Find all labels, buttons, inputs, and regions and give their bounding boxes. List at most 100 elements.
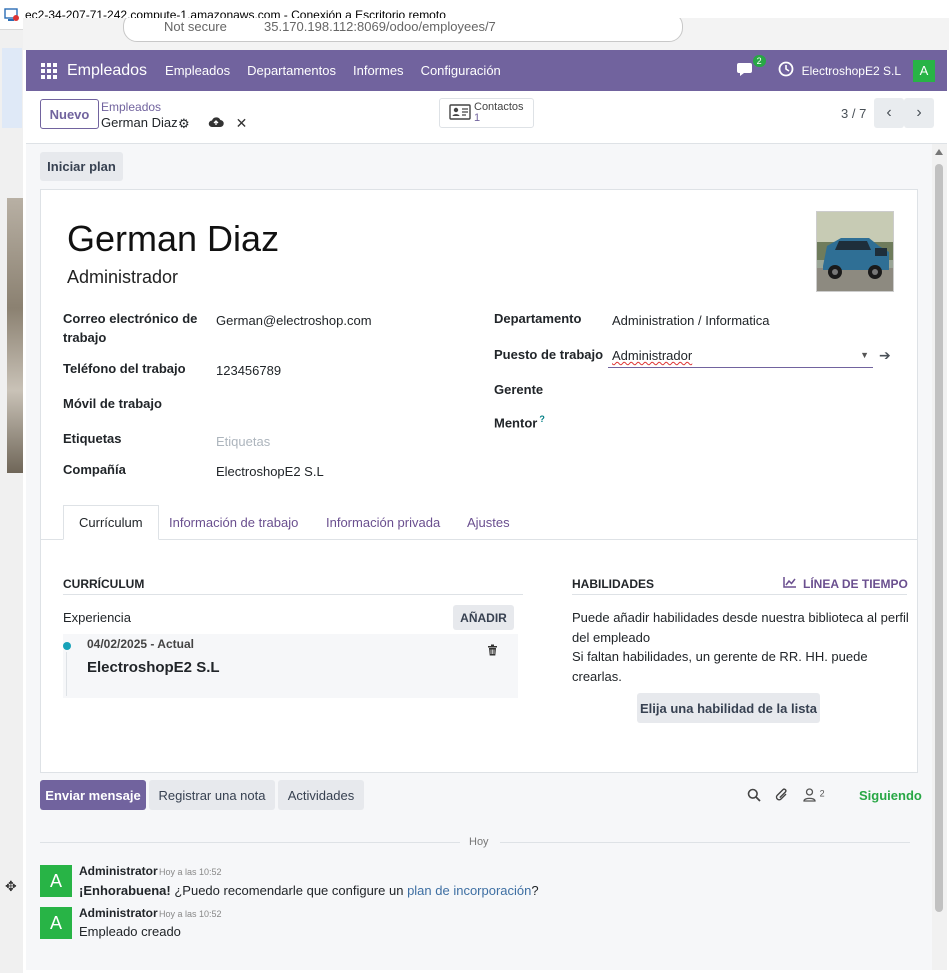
pager-value[interactable]: 3 / 7 bbox=[841, 106, 866, 121]
skills-timeline-link[interactable]: LÍNEA DE TIEMPO bbox=[783, 576, 908, 591]
discard-x-icon[interactable]: ✕ bbox=[236, 115, 248, 132]
department-label: Departamento bbox=[494, 311, 582, 326]
save-cloud-icon[interactable] bbox=[208, 116, 224, 131]
timeline-dot bbox=[63, 642, 71, 650]
message-author[interactable]: Administrator bbox=[79, 906, 158, 920]
pager-previous-button[interactable]: ‹ bbox=[874, 98, 904, 128]
skills-empty-help: Puede añadir habilidades desde nuestra b… bbox=[572, 608, 912, 686]
mentor-field[interactable] bbox=[612, 414, 872, 432]
send-message-button[interactable]: Enviar mensaje bbox=[40, 780, 146, 810]
department-field[interactable]: Administration / Informatica bbox=[612, 313, 770, 328]
date-divider-left bbox=[40, 842, 460, 843]
message-time: Hoy a las 10:52 bbox=[159, 909, 222, 919]
address-bar[interactable]: Not secure 35.170.198.112:8069/odoo/empl… bbox=[123, 18, 683, 42]
employee-job-title[interactable]: Administrador bbox=[67, 267, 178, 288]
following-button[interactable]: Siguiendo bbox=[859, 788, 922, 803]
user-icon bbox=[803, 787, 820, 805]
employee-form-sheet: German Diaz Administrador Correo electró… bbox=[40, 189, 918, 773]
followers-count: 2 bbox=[819, 788, 825, 799]
breadcrumb-parent[interactable]: Empleados bbox=[101, 100, 161, 114]
chatter-toolbar-icons: 2 bbox=[747, 787, 825, 805]
employee-photo[interactable] bbox=[816, 211, 894, 292]
skills-divider bbox=[572, 594, 907, 595]
form-tabs: Currículum Información de trabajo Inform… bbox=[41, 505, 917, 540]
message-body: ¡Enhorabuena! ¿Puedo recomendarle que co… bbox=[79, 883, 539, 898]
work-phone-field[interactable]: 123456789 bbox=[216, 363, 281, 378]
resume-divider bbox=[63, 594, 523, 595]
tags-field[interactable]: Etiquetas bbox=[216, 434, 270, 449]
chat-icon[interactable]: 2 bbox=[736, 54, 766, 81]
contacts-smart-button[interactable]: Contactos 1 bbox=[439, 98, 534, 128]
work-mobile-field[interactable] bbox=[216, 398, 436, 416]
contact-card-icon bbox=[449, 103, 471, 123]
work-mobile-label: Móvil de trabajo bbox=[63, 396, 162, 411]
activities-button[interactable]: Actividades bbox=[278, 780, 364, 810]
work-email-field[interactable]: German@electroshop.com bbox=[216, 313, 372, 328]
app-brand[interactable]: Empleados bbox=[67, 62, 147, 80]
internal-link-arrow-icon[interactable]: ➔ bbox=[879, 347, 891, 364]
tab-work-information[interactable]: Información de trabajo bbox=[154, 505, 313, 540]
message-avatar[interactable]: A bbox=[40, 865, 72, 897]
company-switcher[interactable]: ElectroshopE2 S.L bbox=[802, 64, 901, 78]
work-email-label: Correo electrónico de trabajo bbox=[63, 311, 198, 345]
tab-private-information[interactable]: Información privada bbox=[311, 505, 455, 540]
remote-desktop-icon bbox=[4, 7, 20, 23]
chevron-right-icon: › bbox=[916, 104, 922, 121]
resume-section-title: CURRÍCULUM bbox=[63, 577, 145, 591]
message-author[interactable]: Administrator bbox=[79, 864, 158, 878]
browser-toolbar: Not secure 35.170.198.112:8069/odoo/empl… bbox=[23, 18, 949, 50]
activity-clock-icon[interactable] bbox=[778, 61, 794, 80]
manager-field[interactable] bbox=[612, 384, 872, 402]
chat-badge: 2 bbox=[752, 54, 766, 67]
record-actions: ⚙ ✕ bbox=[178, 115, 247, 132]
desktop-wallpaper-strip bbox=[7, 198, 23, 473]
new-button[interactable]: Nuevo bbox=[40, 99, 99, 129]
resume-line-title: ElectroshopE2 S.L bbox=[87, 659, 220, 676]
tab-resume[interactable]: Currículum bbox=[63, 505, 159, 540]
tab-settings[interactable]: Ajustes bbox=[452, 505, 525, 540]
skills-help-line-1: Puede añadir habilidades desde nuestra b… bbox=[572, 610, 909, 645]
move-icon: ✥ bbox=[5, 878, 17, 894]
employee-name[interactable]: German Diaz bbox=[67, 218, 279, 260]
control-panel: Nuevo Empleados German Diaz ⚙ ✕ Contacto… bbox=[26, 91, 947, 144]
log-note-button[interactable]: Registrar una nota bbox=[149, 780, 275, 810]
security-label: Not secure bbox=[164, 19, 227, 34]
scroll-up-arrow-icon[interactable] bbox=[935, 149, 943, 155]
start-plan-button[interactable]: Iniciar plan bbox=[40, 152, 123, 181]
paperclip-icon[interactable] bbox=[775, 787, 789, 805]
message-body: Empleado creado bbox=[79, 924, 181, 939]
breadcrumb-current: German Diaz bbox=[101, 115, 178, 130]
job-position-value: Administrador bbox=[612, 348, 693, 363]
tags-label: Etiquetas bbox=[63, 431, 122, 446]
skills-section-title: HABILIDADES bbox=[572, 577, 655, 591]
user-avatar[interactable]: A bbox=[913, 59, 935, 82]
message-avatar[interactable]: A bbox=[40, 907, 72, 939]
followers-button[interactable]: 2 bbox=[803, 787, 825, 805]
job-position-label: Puesto de trabajo bbox=[494, 347, 604, 362]
gear-icon[interactable]: ⚙ bbox=[178, 116, 190, 132]
timeline-label: LÍNEA DE TIEMPO bbox=[803, 576, 908, 591]
chevron-left-icon: ‹ bbox=[886, 104, 892, 121]
dropdown-caret-icon[interactable]: ▼ bbox=[860, 350, 869, 360]
menu-configuration[interactable]: Configuración bbox=[421, 63, 501, 78]
pager-next-button[interactable]: › bbox=[904, 98, 934, 128]
add-resume-line-button[interactable]: AÑADIR bbox=[453, 605, 514, 630]
message-time: Hoy a las 10:52 bbox=[159, 867, 222, 877]
resume-line-date: 04/02/2025 - Actual bbox=[87, 637, 194, 651]
scrollbar-thumb[interactable] bbox=[935, 164, 943, 912]
menu-employees[interactable]: Empleados bbox=[165, 63, 230, 78]
onboarding-plan-link[interactable]: plan de incorporación bbox=[407, 883, 531, 898]
contacts-label: Contactos 1 bbox=[474, 101, 524, 124]
menu-reports[interactable]: Informes bbox=[353, 63, 404, 78]
apps-menu-icon[interactable] bbox=[41, 62, 57, 79]
timeline-line bbox=[66, 652, 67, 696]
menu-departments[interactable]: Departamentos bbox=[247, 63, 336, 78]
help-tooltip-icon[interactable]: ? bbox=[539, 414, 545, 424]
job-position-input[interactable]: Administrador ▼ bbox=[608, 345, 873, 368]
search-icon[interactable] bbox=[747, 788, 761, 805]
pick-skill-button[interactable]: Elija una habilidad de la lista bbox=[637, 693, 820, 723]
trash-icon[interactable] bbox=[487, 644, 498, 659]
company-field[interactable]: ElectroshopE2 S.L bbox=[216, 464, 324, 479]
skills-help-line-2: Si faltan habilidades, un gerente de RR.… bbox=[572, 649, 868, 684]
vertical-scrollbar[interactable] bbox=[932, 144, 947, 970]
